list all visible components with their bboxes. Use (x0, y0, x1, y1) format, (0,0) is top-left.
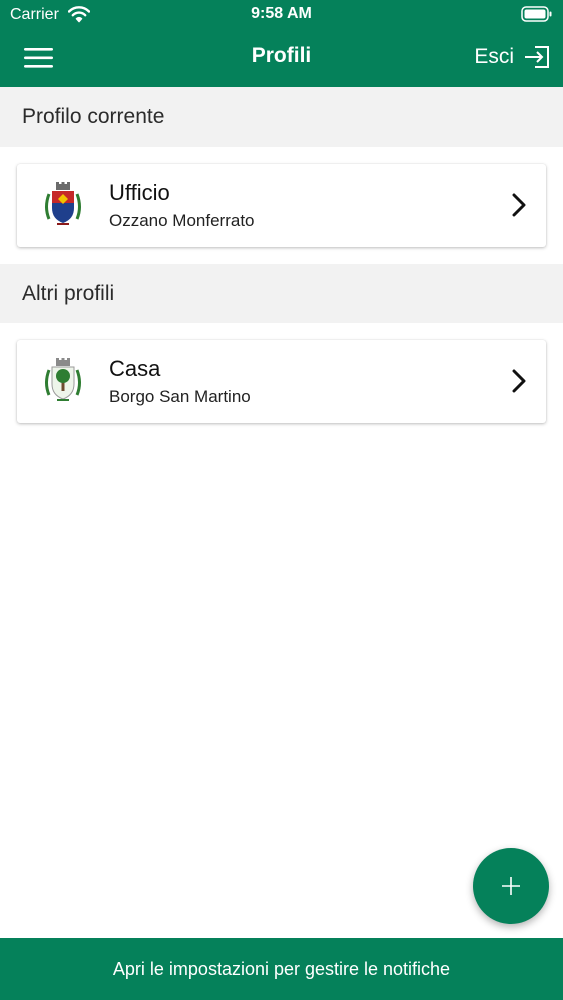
status-bar: Carrier 9:58 AM (0, 0, 563, 30)
coat-of-arms-icon (45, 182, 81, 225)
coat-of-arms-icon (45, 358, 81, 401)
profile-name: Casa (109, 356, 161, 381)
menu-button[interactable] (22, 44, 56, 72)
other-profiles-section-header: Altri profili (0, 264, 563, 323)
profile-town: Ozzano Monferrato (109, 211, 255, 230)
chevron-right-icon (512, 193, 526, 217)
chevron-right-icon (512, 369, 526, 393)
add-profile-button[interactable] (473, 848, 549, 924)
logout-label: Esci (474, 45, 514, 68)
notification-settings-label: Apri le impostazioni per gestire le noti… (112, 959, 451, 979)
top-bar: Carrier 9:58 AM Profili Esci (0, 0, 563, 87)
hamburger-menu-icon (24, 48, 53, 68)
profile-town: Borgo San Martino (109, 387, 251, 406)
profile-card[interactable]: Casa Borgo San Martino (17, 340, 546, 423)
logout-icon (525, 46, 549, 68)
profile-name: Ufficio (109, 180, 170, 205)
current-profile-section-header: Profilo corrente (0, 87, 563, 147)
battery-icon (521, 6, 552, 22)
current-profile-card[interactable]: Ufficio Ozzano Monferrato (17, 164, 546, 247)
logout-button[interactable]: Esci (474, 42, 550, 72)
notification-settings-button[interactable]: Apri le impostazioni per gestire le noti… (0, 938, 563, 1000)
plus-icon (502, 877, 520, 895)
navigation-bar: Profili Esci (0, 30, 563, 87)
status-time: 9:58 AM (251, 5, 312, 22)
